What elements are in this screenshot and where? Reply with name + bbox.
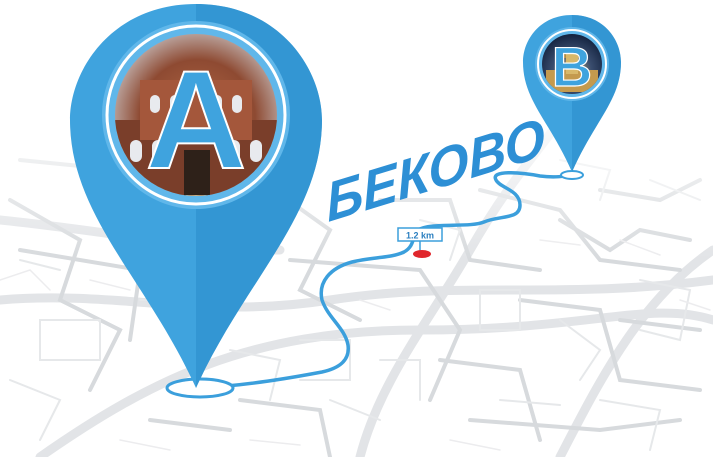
route-start-marker: [165, 377, 235, 399]
location-dot: [413, 250, 431, 258]
distance-label: 1.2 km: [406, 231, 434, 241]
pin-a-letter: A: [145, 41, 246, 198]
map-illustration: 1.2 km БЕКОВО A B: [0, 0, 713, 457]
pin-b-letter: B: [552, 35, 592, 98]
route-end-marker: [560, 170, 584, 180]
pin-a: A: [70, 4, 322, 388]
